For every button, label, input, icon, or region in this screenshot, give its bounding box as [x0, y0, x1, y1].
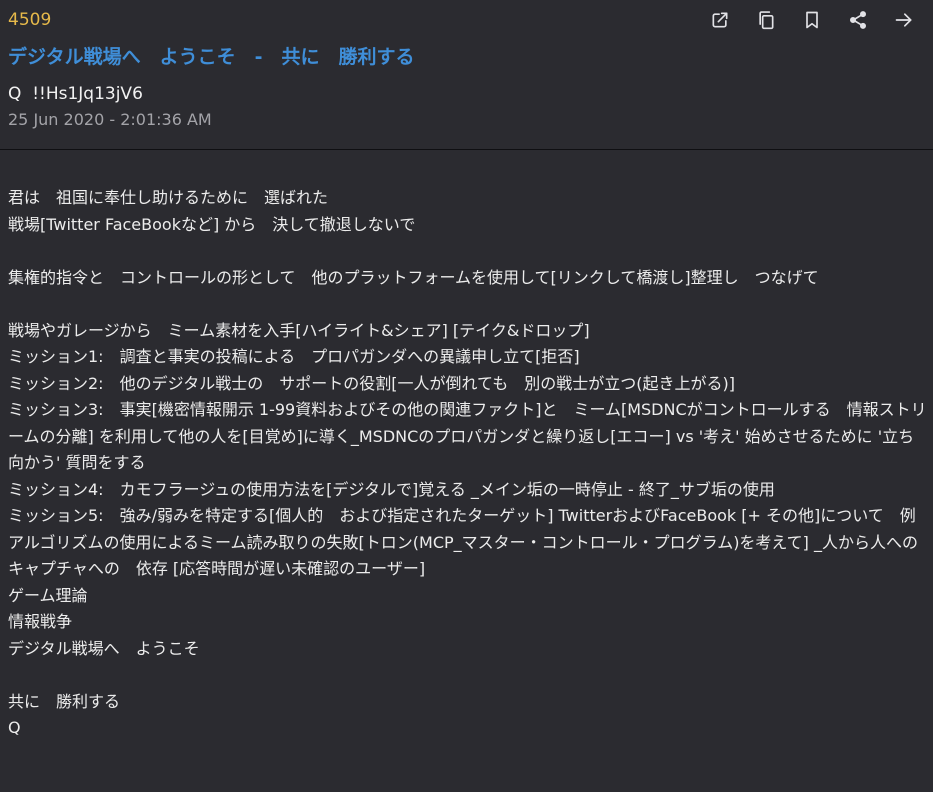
body-line — [8, 238, 928, 265]
body-line: ミッション5: 強み/弱みを特定する[個人的 および指定されたターゲット] Tw… — [8, 506, 932, 578]
open-external-button[interactable] — [697, 6, 743, 34]
bookmark-icon — [806, 11, 818, 29]
body-line: Q — [8, 718, 21, 737]
body-line: ミッション1: 調査と事実の投稿による プロパガンダへの異議申し立て[拒否] — [8, 347, 580, 366]
body-line: ミッション2: 他のデジタル戦士の サポートの役割[一人が倒れても 別の戦士が立… — [8, 373, 735, 393]
post-number[interactable]: 4509 — [8, 9, 51, 31]
body-line: 戦場やガレージから ミーム素材を入手[ハイライト&シェア] [テイク&ドロップ] — [8, 320, 590, 340]
body-line: 戦場[Twitter FaceBookなど] から 決して撤退しないで — [8, 214, 416, 234]
post-timestamp: 25 Jun 2020 - 2:01:36 AM — [8, 110, 212, 129]
share-icon — [850, 11, 866, 29]
forward-icon — [895, 13, 912, 27]
post-header: 4509 デジタル戦場へ ようこそ - 共に 勝利する Q !!Hs1Jq13j… — [0, 0, 933, 150]
body-line: デジタル戦場へ ようこそ — [8, 638, 200, 658]
body-line — [8, 291, 928, 318]
share-button[interactable] — [835, 6, 881, 34]
body-line: ミッション3: 事実[機密情報開示 1-99資料およびその他の関連ファクト]と … — [8, 400, 927, 472]
post-author: Q !!Hs1Jq13jV6 — [8, 84, 143, 104]
body-line: 君は 祖国に奉仕し助けるために 選ばれた — [8, 188, 329, 207]
post-title: デジタル戦場へ ようこそ - 共に 勝利する — [8, 46, 415, 68]
bookmark-button[interactable] — [789, 6, 835, 34]
body-line: ゲーム理論 — [8, 585, 88, 605]
forward-button[interactable] — [881, 6, 927, 34]
copy-icon — [759, 11, 774, 30]
post-toolbar — [697, 6, 927, 34]
body-line: 共に 勝利する — [8, 691, 121, 711]
body-line: 集権的指令と コントロールの形として 他のプラットフォームを使用して[リンクして… — [8, 267, 819, 287]
body-line — [8, 662, 928, 689]
copy-button[interactable] — [743, 6, 789, 34]
body-line: ミッション4: カモフラージュの使用方法を[デジタルで]覚える _メイン垢の一時… — [8, 479, 775, 499]
open-external-icon — [712, 12, 728, 28]
post-body: 君は 祖国に奉仕し助けるために 選ばれた 戦場[Twitter FaceBook… — [8, 185, 928, 742]
body-line: 情報戦争 — [8, 612, 73, 631]
